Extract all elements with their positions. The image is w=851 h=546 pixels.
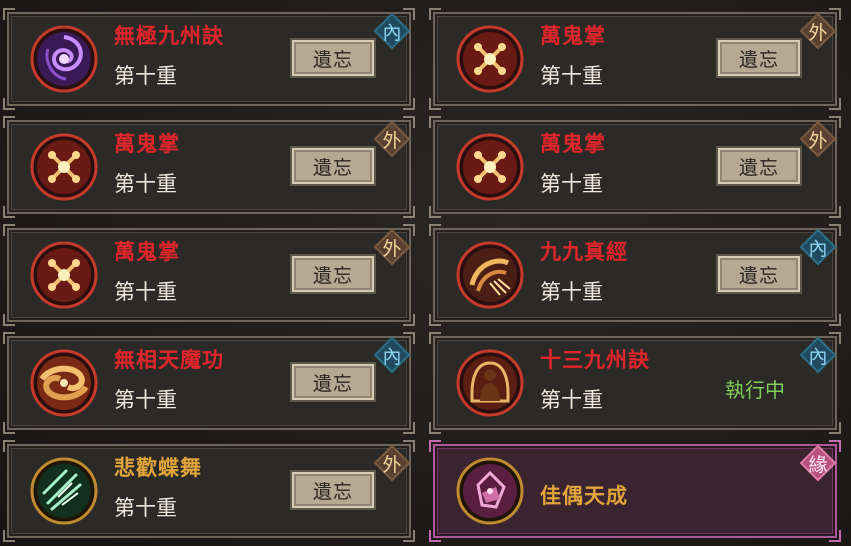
skill-card: 無極九州訣 第十重 遺忘 內 xyxy=(3,8,415,110)
skill-grid: 無極九州訣 第十重 遺忘 內 萬鬼掌 第十重 遺忘 外 萬鬼掌 第十重 遺忘 外… xyxy=(0,0,851,546)
skill-level: 第十重 xyxy=(114,388,177,412)
forget-button[interactable]: 遺忘 xyxy=(290,38,376,78)
skill-card: 十三九州訣 第十重 執行中 內 xyxy=(429,332,841,434)
skill-level: 第十重 xyxy=(114,496,177,520)
forget-button[interactable]: 遺忘 xyxy=(716,254,802,294)
forget-button[interactable]: 遺忘 xyxy=(716,38,802,78)
skill-card: 九九真經 第十重 遺忘 內 xyxy=(429,224,841,326)
skill-name: 萬鬼掌 xyxy=(114,240,180,264)
purple-vortex-icon xyxy=(30,25,98,93)
skill-name: 萬鬼掌 xyxy=(540,132,606,156)
external-badge: 外 xyxy=(372,227,412,267)
skill-card: 萬鬼掌 第十重 遺忘 外 xyxy=(3,224,415,326)
pink-heart-icon xyxy=(456,457,524,525)
skill-card: 萬鬼掌 第十重 遺忘 外 xyxy=(429,116,841,218)
skill-card: 無相天魔功 第十重 遺忘 內 xyxy=(3,332,415,434)
skill-level: 第十重 xyxy=(114,172,177,196)
skill-level: 第十重 xyxy=(540,388,603,412)
internal-badge: 內 xyxy=(798,227,838,267)
skill-level: 第十重 xyxy=(114,280,177,304)
flame-palm-icon xyxy=(30,241,98,309)
golden-wave-icon xyxy=(456,241,524,309)
skill-name: 無相天魔功 xyxy=(114,348,224,372)
flame-palm-icon xyxy=(456,133,524,201)
forget-button[interactable]: 遺忘 xyxy=(290,470,376,510)
skill-level: 第十重 xyxy=(540,172,603,196)
internal-badge: 內 xyxy=(372,335,412,375)
skill-name: 十三九州訣 xyxy=(540,348,650,372)
skill-level: 第十重 xyxy=(114,64,177,88)
external-badge: 外 xyxy=(372,119,412,159)
skill-card: 萬鬼掌 第十重 遺忘 外 xyxy=(3,116,415,218)
skill-name: 萬鬼掌 xyxy=(540,24,606,48)
flame-palm-icon xyxy=(30,133,98,201)
internal-badge: 內 xyxy=(372,11,412,51)
external-badge: 外 xyxy=(798,119,838,159)
active-status: 執行中 xyxy=(725,378,785,402)
internal-badge: 內 xyxy=(798,335,838,375)
flame-palm-icon xyxy=(456,25,524,93)
forget-button[interactable]: 遺忘 xyxy=(290,146,376,186)
skill-name: 萬鬼掌 xyxy=(114,132,180,156)
external-badge: 外 xyxy=(798,11,838,51)
skill-name: 九九真經 xyxy=(540,240,628,264)
forget-button[interactable]: 遺忘 xyxy=(290,362,376,402)
skill-level: 第十重 xyxy=(540,64,603,88)
jade-shards-icon xyxy=(30,457,98,525)
skill-card: 佳偶天成 緣 xyxy=(429,440,841,542)
affinity-badge: 緣 xyxy=(798,443,838,483)
skill-level: 第十重 xyxy=(540,280,603,304)
meditating-figure-icon xyxy=(456,349,524,417)
external-badge: 外 xyxy=(372,443,412,483)
golden-swirl-icon xyxy=(30,349,98,417)
skill-name: 無極九州訣 xyxy=(114,24,224,48)
skill-card: 悲歡蝶舞 第十重 遺忘 外 xyxy=(3,440,415,542)
skill-card: 萬鬼掌 第十重 遺忘 外 xyxy=(429,8,841,110)
skill-name: 佳偶天成 xyxy=(540,484,628,508)
forget-button[interactable]: 遺忘 xyxy=(716,146,802,186)
forget-button[interactable]: 遺忘 xyxy=(290,254,376,294)
skill-name: 悲歡蝶舞 xyxy=(114,456,202,480)
